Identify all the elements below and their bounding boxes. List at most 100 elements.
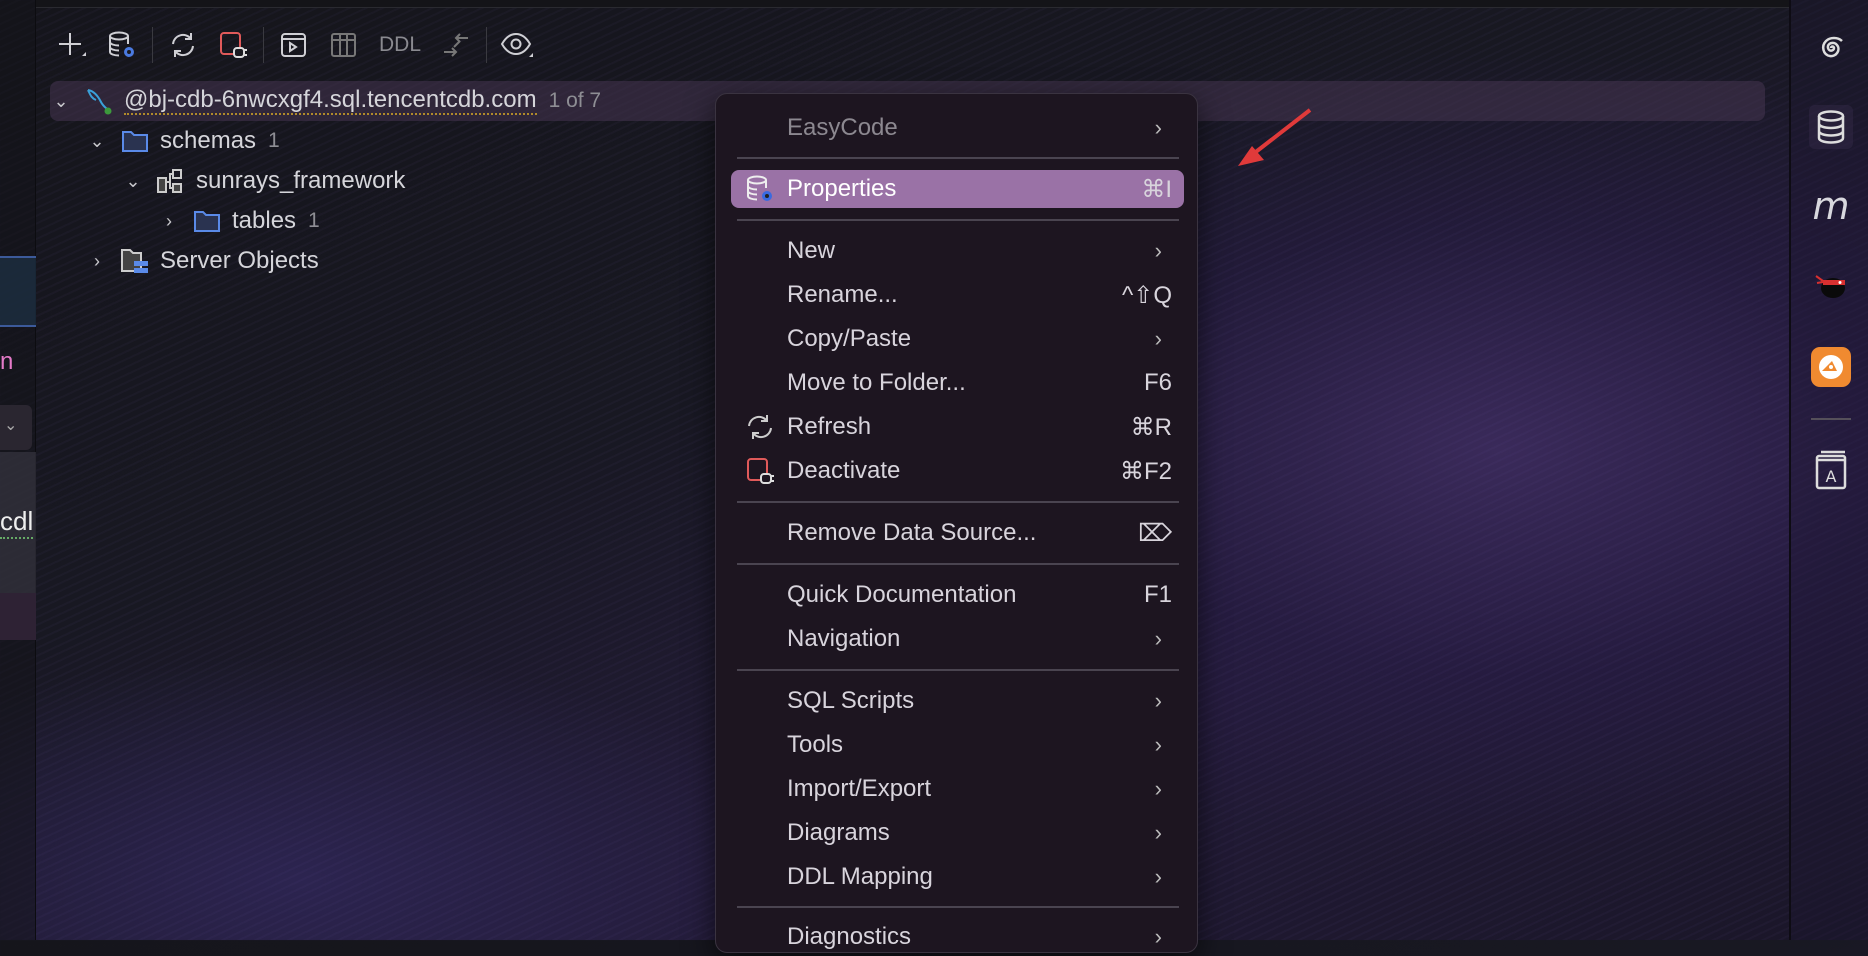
menu-item-move-to-folder[interactable]: Move to Folder... F6 [731, 364, 1184, 402]
chevron-right-icon[interactable]: › [158, 211, 180, 232]
left-panel-text: cdl [0, 506, 34, 539]
plus-icon[interactable] [50, 25, 94, 65]
database-settings-icon[interactable] [100, 25, 144, 65]
chevron-right-icon: › [1154, 820, 1162, 845]
compare-icon[interactable] [434, 25, 478, 65]
menu-item-label: Copy/Paste [787, 325, 912, 352]
menu-separator [737, 219, 1179, 221]
chevron-right-icon: › [1154, 115, 1162, 140]
menu-shortcut: F1 [1143, 581, 1172, 608]
menu-shortcut: F6 [1143, 369, 1172, 396]
right-tool-sidebar: m A [1789, 0, 1868, 940]
menu-item-quick-documentation[interactable]: Quick Documentation F1 [731, 576, 1184, 614]
menu-item-remove-data-source[interactable]: Remove Data Source... ⌦ [731, 514, 1184, 552]
chevron-right-icon: › [1154, 688, 1162, 713]
schema-icon [156, 166, 186, 196]
chevron-down-icon: ⌄ [4, 417, 18, 434]
menu-item-label: Rename... [787, 281, 898, 308]
menu-item-label: Properties [787, 175, 897, 202]
menu-item-label: Navigation [787, 625, 901, 652]
menu-item-deactivate[interactable]: Deactivate ⌘F2 [731, 452, 1184, 490]
console-icon[interactable] [272, 25, 316, 65]
menu-separator [737, 157, 1179, 159]
menu-item-label: SQL Scripts [787, 687, 915, 714]
dictionary-letter: A [1826, 467, 1837, 486]
menu-shortcut: ⌘I [1141, 175, 1172, 203]
refresh-icon [745, 413, 775, 441]
menu-item-diagnostics[interactable]: Diagnostics › [731, 918, 1184, 956]
datasource-count: 1 of 7 [548, 89, 602, 112]
menu-item-label: Deactivate [787, 457, 901, 484]
chevron-right-icon: › [1154, 238, 1162, 263]
server-objects-icon [120, 246, 150, 276]
m-icon[interactable]: m [1809, 184, 1853, 228]
database-icon[interactable] [1809, 105, 1853, 149]
menu-item-label: Diagrams [787, 819, 890, 846]
chevron-down-icon[interactable]: ⌄ [86, 131, 108, 152]
menu-item-diagrams[interactable]: Diagrams › [731, 814, 1184, 852]
menu-item-tools[interactable]: Tools › [731, 726, 1184, 764]
folder-icon [192, 206, 222, 236]
menu-separator [737, 501, 1179, 503]
mysql-dolphin-icon [84, 86, 114, 116]
menu-item-copy-paste[interactable]: Copy/Paste › [731, 320, 1184, 358]
left-panel-tab[interactable] [0, 256, 36, 327]
menu-item-label: Quick Documentation [787, 581, 1017, 608]
left-panel-dropdown[interactable]: ⌄ [0, 405, 32, 450]
orange-app-icon[interactable] [1809, 345, 1853, 389]
left-panel-text: n [0, 348, 14, 375]
left-panel-edge: n ⌄ cdl [0, 0, 36, 940]
deactivate-icon[interactable] [211, 25, 255, 65]
menu-item-label: Refresh [787, 413, 872, 440]
menu-item-label: Remove Data Source... [787, 519, 1037, 546]
menu-item-ddl-mapping[interactable]: DDL Mapping › [731, 858, 1184, 896]
menu-item-label: Move to Folder... [787, 369, 966, 396]
chevron-down-icon[interactable]: ⌄ [122, 171, 144, 192]
context-menu: EasyCode › Properties ⌘I New › Rename... ^⇧Q… [715, 93, 1198, 953]
menu-item-refresh[interactable]: Refresh ⌘R [731, 408, 1184, 446]
menu-item-import-export[interactable]: Import/Export › [731, 770, 1184, 808]
menu-item-sql-scripts[interactable]: SQL Scripts › [731, 682, 1184, 720]
menu-item-properties[interactable]: Properties ⌘I [731, 170, 1184, 208]
menu-separator [737, 669, 1179, 671]
menu-item-new[interactable]: New › [731, 232, 1184, 270]
menu-item-navigation[interactable]: Navigation › [731, 620, 1184, 658]
dictionary-icon[interactable]: A [1809, 448, 1853, 492]
menu-shortcut: ⌘R [1130, 413, 1172, 441]
chevron-right-icon: › [1154, 732, 1162, 757]
spiral-icon[interactable] [1809, 26, 1853, 70]
menu-item-easycode[interactable]: EasyCode › [731, 109, 1184, 147]
menu-item-label: DDL Mapping [787, 863, 933, 890]
chevron-right-icon[interactable]: › [86, 251, 108, 272]
toolbar-separator [152, 27, 153, 63]
database-toolbar: DDL [50, 24, 545, 66]
tree-label: tables [232, 207, 297, 234]
sidebar-separator [1811, 418, 1851, 420]
menu-item-label: Tools [787, 731, 844, 758]
chevron-right-icon: › [1154, 326, 1162, 351]
database-settings-icon [745, 175, 775, 203]
delete-key-icon: ⌦ [1138, 519, 1172, 547]
menu-item-rename[interactable]: Rename... ^⇧Q [731, 276, 1184, 314]
menu-shortcut: ⌘F2 [1119, 457, 1172, 485]
refresh-icon[interactable] [161, 25, 205, 65]
menu-item-label: New [787, 237, 836, 264]
left-panel-selected-row[interactable] [0, 593, 36, 640]
tree-label: schemas [160, 127, 257, 154]
chevron-down-icon[interactable]: ⌄ [50, 91, 72, 112]
ddl-button[interactable]: DDL [372, 25, 428, 65]
menu-separator [737, 906, 1179, 908]
toolbar-separator [486, 27, 487, 63]
chevron-right-icon: › [1154, 626, 1162, 651]
menu-item-label: Diagnostics [787, 923, 912, 950]
table-icon[interactable] [322, 25, 366, 65]
ninja-icon[interactable] [1809, 264, 1853, 308]
tree-count: 1 [268, 129, 280, 152]
top-bar [36, 0, 1789, 8]
tree-label: Server Objects [160, 247, 319, 274]
eye-icon[interactable] [495, 25, 539, 65]
chevron-right-icon: › [1154, 864, 1162, 889]
menu-item-label: EasyCode [787, 114, 898, 141]
tree-count: 1 [308, 209, 320, 232]
toolbar-separator [263, 27, 264, 63]
